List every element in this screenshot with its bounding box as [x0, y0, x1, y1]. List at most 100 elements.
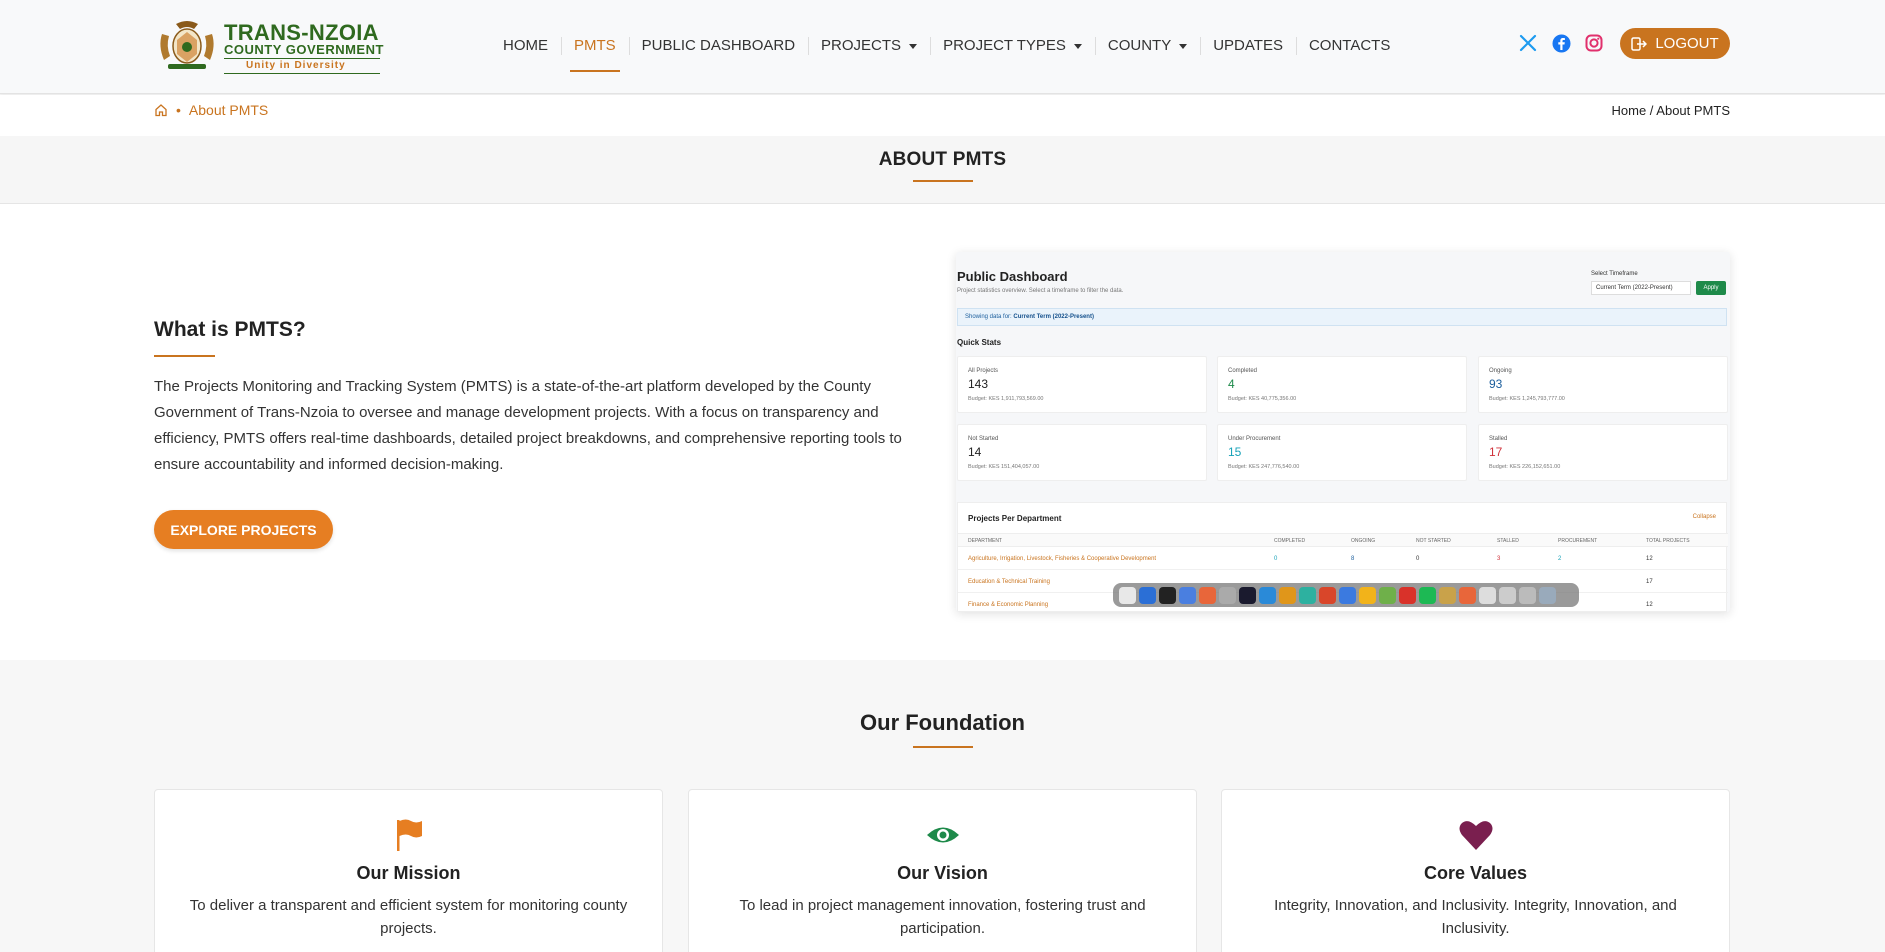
cell: 0	[1274, 556, 1278, 562]
preview-icon[interactable]	[1379, 586, 1396, 604]
banner-prefix: Showing data for:	[965, 314, 1012, 320]
column-header: PROCUREMENT	[1558, 538, 1598, 544]
app-icon[interactable]	[1299, 586, 1316, 604]
office-icon[interactable]	[1319, 586, 1336, 604]
app-icon[interactable]	[1459, 586, 1476, 604]
page-title: ABOUT PMTS	[878, 149, 1007, 170]
brand-motto: Unity in Diversity	[246, 60, 346, 71]
launchpad-icon[interactable]	[1539, 586, 1556, 604]
column-header: ONGOING	[1351, 538, 1376, 544]
logo-divider	[224, 73, 380, 74]
spotify-icon[interactable]	[1419, 586, 1436, 604]
app-icon[interactable]	[1439, 586, 1456, 604]
trash-icon[interactable]	[1519, 586, 1536, 604]
explore-projects-button[interactable]: EXPLORE PROJECTS	[154, 510, 333, 549]
stat-budget: Budget: KES 1,245,793,777.00	[1489, 396, 1565, 402]
terminal-icon[interactable]	[1159, 586, 1176, 604]
cell: 12	[1646, 556, 1653, 562]
card-text: Integrity, Innovation, and Inclusivity. …	[1274, 897, 1677, 937]
stat-label: Stalled	[1489, 436, 1508, 442]
notes-icon[interactable]	[1479, 586, 1496, 604]
instagram-icon[interactable]	[1583, 32, 1605, 54]
stat-budget: Budget: KES 1,911,793,569.00	[968, 396, 1044, 402]
finder-icon[interactable]	[1139, 586, 1156, 604]
card-title: Our Vision	[897, 863, 988, 883]
dept-name: Education & Technical Training	[968, 579, 1050, 585]
stat-card: Not Started 14 Budget: KES 151,404,057.0…	[957, 424, 1207, 481]
dept-name: Agriculture, Irrigation, Livestock, Fish…	[968, 556, 1157, 562]
docs-icon[interactable]	[1339, 586, 1356, 604]
vscode-icon[interactable]	[1259, 586, 1276, 604]
cell: 2	[1558, 556, 1562, 562]
caret-down-icon	[1179, 43, 1188, 49]
timeframe-label: Select Timeframe	[1591, 271, 1638, 277]
heading-underline	[913, 746, 973, 748]
nav-county[interactable]: COUNTY	[1094, 30, 1200, 62]
stat-budget: Budget: KES 40,775,356.00	[1228, 396, 1297, 402]
nav-label: CONTACTS	[1308, 37, 1391, 54]
title-underline	[913, 180, 973, 182]
values-card: Core Values Integrity, Innovation, and I…	[1221, 789, 1730, 952]
home-icon[interactable]	[154, 103, 168, 117]
caret-down-icon	[909, 43, 918, 49]
app-icon[interactable]	[1499, 586, 1516, 604]
timeframe-select: Current Term (2022-Present)	[1591, 281, 1691, 295]
chrome-icon[interactable]	[1119, 586, 1136, 604]
nav-projects[interactable]: PROJECTS	[808, 30, 930, 62]
stat-card: Stalled 17 Budget: KES 226,152,651.00	[1478, 424, 1728, 481]
stat-budget: Budget: KES 151,404,057.00	[968, 464, 1040, 470]
settings-icon[interactable]	[1219, 586, 1236, 604]
nav-label: UPDATES	[1213, 37, 1283, 54]
stat-value: 15	[1228, 445, 1242, 459]
logo-divider	[224, 58, 380, 59]
app-icon[interactable]	[1279, 586, 1296, 604]
logout-icon	[1631, 36, 1648, 51]
logout-label: LOGOUT	[1655, 35, 1719, 52]
card-title: Core Values	[1423, 863, 1528, 883]
quick-stats-title: Quick Stats	[957, 338, 1002, 347]
nav-contacts[interactable]: CONTACTS	[1295, 30, 1403, 62]
column-header: STALLED	[1497, 538, 1519, 544]
cell: 3	[1497, 556, 1501, 562]
breadcrumb-trail: Home / About PMTS	[1611, 103, 1731, 118]
nav-project-types[interactable]: PROJECT TYPES	[930, 30, 1095, 62]
stat-budget: Budget: KES 247,776,540.00	[1228, 464, 1300, 470]
mission-card: Our Mission To deliver a transparent and…	[154, 789, 663, 952]
stat-value: 4	[1228, 377, 1235, 391]
site-header: TRANS-NZOIA COUNTY GOVERNMENT Unity in D…	[0, 0, 1885, 94]
stat-card: All Projects 143 Budget: KES 1,911,793,5…	[957, 356, 1207, 413]
sublime-icon[interactable]	[1199, 586, 1216, 604]
facebook-icon[interactable]	[1550, 32, 1572, 54]
nav-label: COUNTY	[1107, 37, 1172, 54]
stat-label: All Projects	[968, 368, 999, 374]
logout-button[interactable]: LOGOUT	[1620, 28, 1730, 59]
column-header: DEPARTMENT	[968, 538, 1002, 544]
dashboard-preview-image: Public Dashboard Project statistics over…	[956, 252, 1730, 612]
nav-label: PMTS	[574, 37, 616, 54]
drive-icon[interactable]	[1359, 586, 1376, 604]
stat-label: Ongoing	[1489, 368, 1512, 374]
stat-card: Under Procurement 15 Budget: KES 247,776…	[1217, 424, 1467, 481]
heart-icon	[1222, 818, 1729, 852]
dept-title: Projects Per Department	[968, 514, 1062, 523]
stat-value: 14	[968, 445, 982, 459]
stat-label: Under Procurement	[1228, 436, 1281, 442]
nav-public-dashboard[interactable]: PUBLIC DASHBOARD	[628, 30, 808, 62]
breadcrumb-bar	[0, 95, 1885, 136]
apply-button: Apply	[1696, 281, 1726, 295]
nav-pmts[interactable]: PMTS	[561, 30, 629, 72]
breadcrumb: • About PMTS	[154, 102, 268, 118]
nav-home[interactable]: HOME	[490, 30, 561, 62]
editor-icon[interactable]	[1239, 586, 1256, 604]
cell: 8	[1351, 556, 1355, 562]
column-header: TOTAL PROJECTS	[1646, 538, 1690, 544]
cell: 17	[1646, 579, 1653, 585]
county-logo[interactable]: TRANS-NZOIA COUNTY GOVERNMENT Unity in D…	[154, 16, 384, 74]
brand-subtitle: COUNTY GOVERNMENT	[224, 42, 384, 57]
x-icon[interactable]	[1517, 32, 1539, 54]
database-icon[interactable]	[1179, 586, 1196, 604]
table-row: Agriculture, Irrigation, Livestock, Fish…	[958, 547, 1728, 570]
column-header: NOT STARTED	[1416, 538, 1451, 544]
nav-updates[interactable]: UPDATES	[1200, 30, 1296, 62]
todo-icon[interactable]	[1399, 586, 1416, 604]
